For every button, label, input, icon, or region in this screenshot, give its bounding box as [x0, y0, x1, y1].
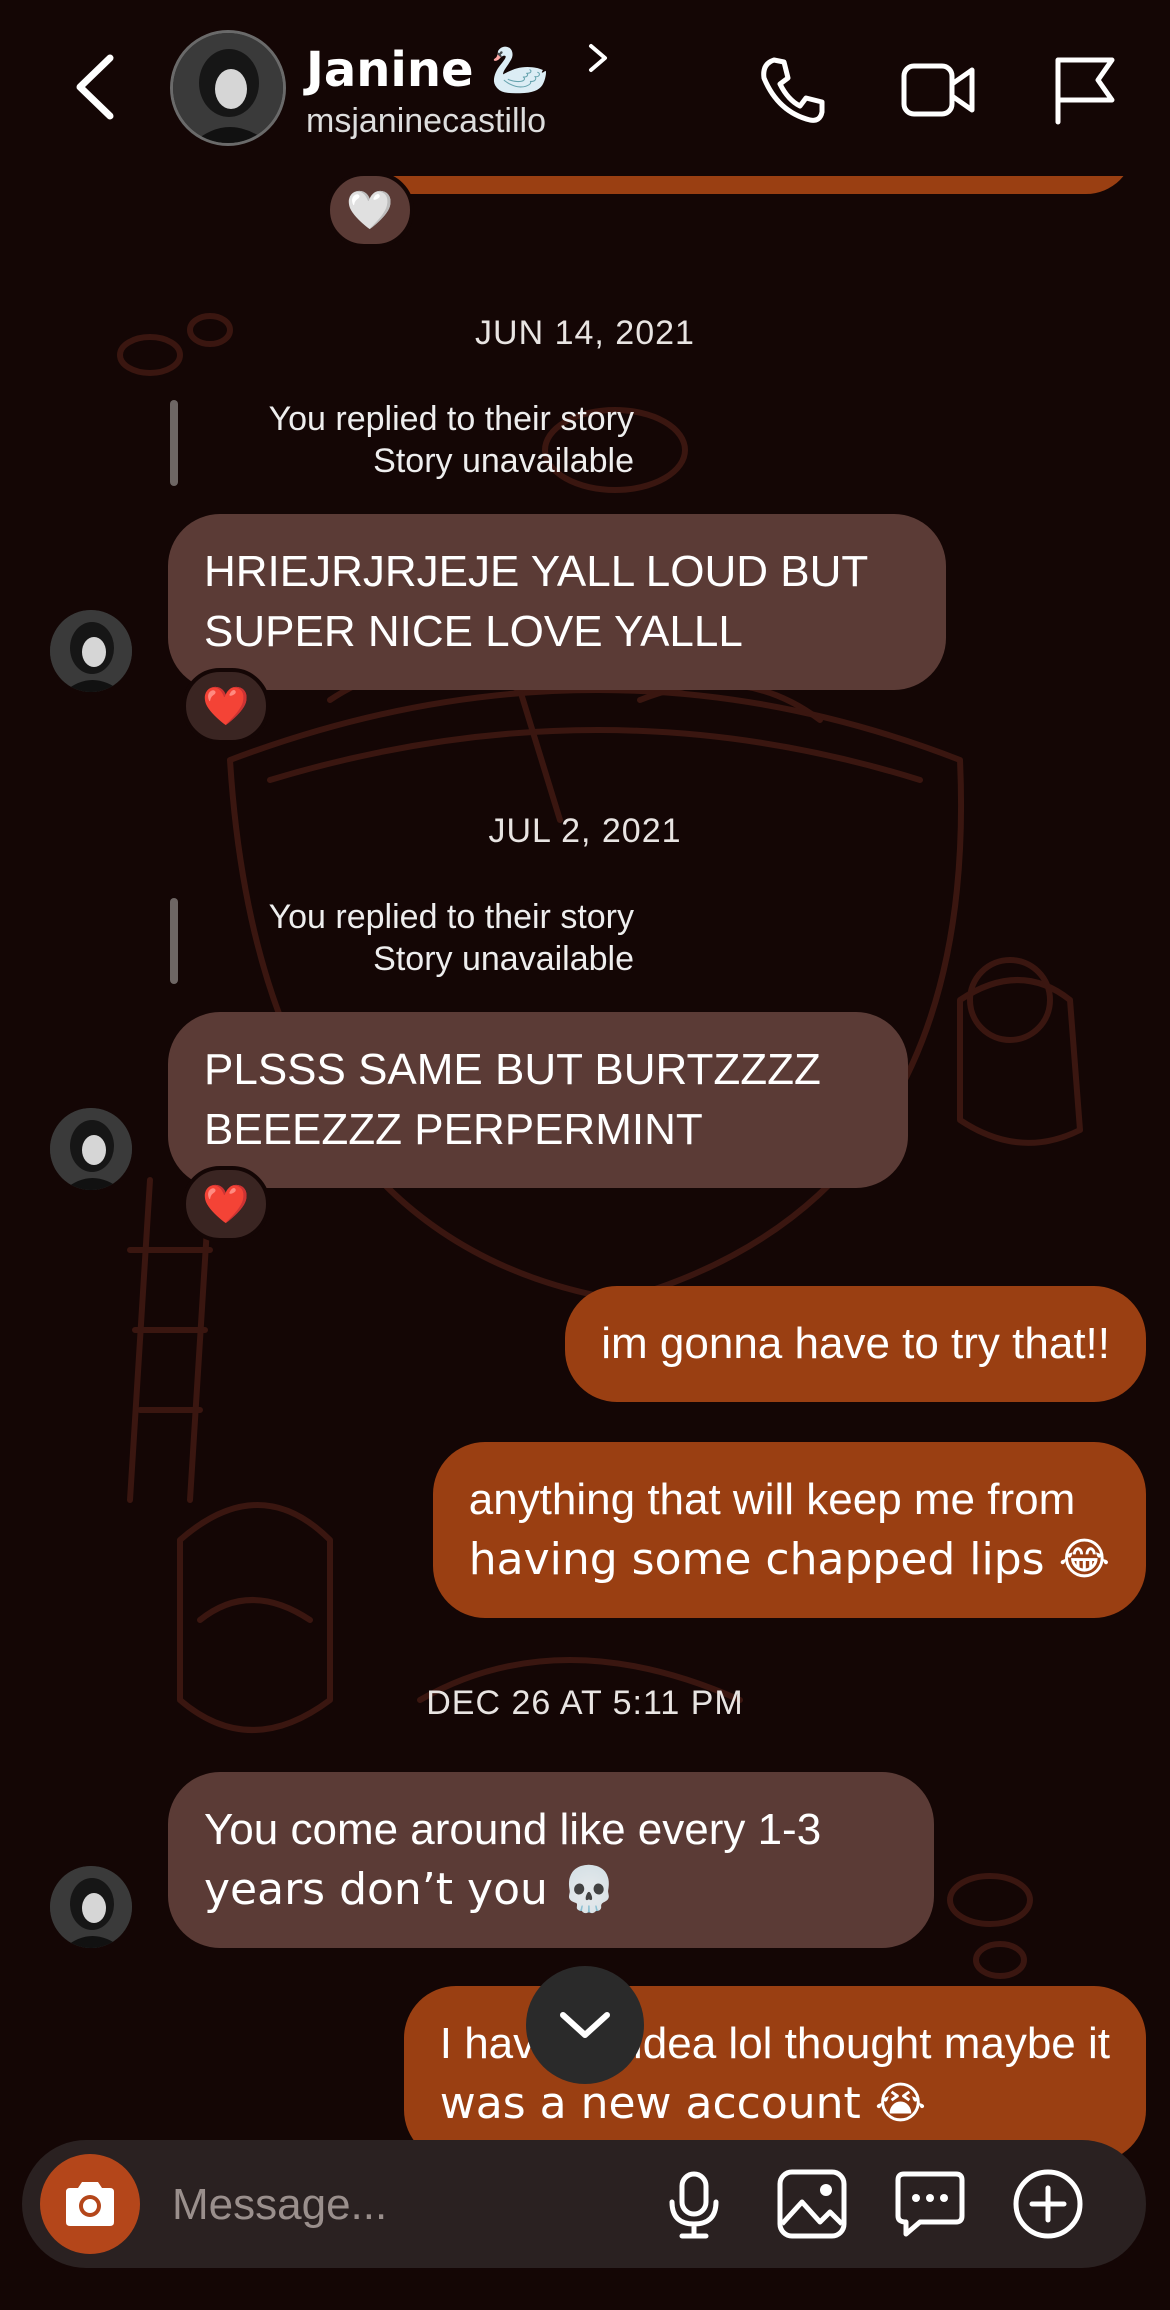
- date-separator: DEC 26 AT 5:11 PM: [426, 1684, 744, 1722]
- sender-avatar[interactable]: [50, 610, 132, 692]
- more-options-button[interactable]: [1008, 2164, 1088, 2244]
- profile-photo-icon: [50, 1108, 132, 1190]
- reply-label: You replied to their story: [268, 400, 634, 438]
- story-reply-context: You replied to their story Story unavail…: [170, 400, 640, 486]
- incoming-message[interactable]: You come around like every 1-3 years don…: [168, 1772, 934, 1948]
- sender-avatar[interactable]: [50, 1108, 132, 1190]
- message-text-line: im gonna have to try that!!: [601, 1319, 1110, 1368]
- phone-icon: [761, 57, 825, 123]
- flag-icon: [1055, 57, 1115, 125]
- chevron-down-icon: [560, 2012, 610, 2038]
- outgoing-message[interactable]: I have no idea lol thought maybe it was …: [403, 1986, 1146, 2162]
- reply-bar: [170, 898, 178, 984]
- message-text-line: PLSSS SAME BUT BURTZZZZ: [204, 1045, 821, 1094]
- plus-circle-icon: [1013, 2169, 1083, 2239]
- date-separator: JUL 2, 2021: [488, 812, 682, 850]
- message-text-line: was a new account 😭: [439, 2078, 927, 2129]
- microphone-icon: [669, 2171, 719, 2239]
- message-text-line: anything that will keep me from: [468, 1475, 1076, 1524]
- white-heart-reaction[interactable]: 🤍: [326, 172, 414, 248]
- image-icon: [777, 2169, 847, 2239]
- chevron-left-icon: [76, 54, 114, 120]
- chat-bubble-dots-icon: [895, 2171, 965, 2237]
- reply-bar: [170, 400, 178, 486]
- outgoing-message[interactable]: anything that will keep me from having s…: [432, 1442, 1146, 1618]
- message-text-line: You come around like every 1-3: [204, 1805, 822, 1854]
- outgoing-message[interactable]: im gonna have to try that!!: [565, 1286, 1146, 1402]
- scroll-to-bottom-button[interactable]: [526, 1966, 644, 2084]
- video-camera-icon: [901, 63, 975, 117]
- message-text-line: HRIEJRJRJEJE YALL LOUD BUT: [204, 547, 869, 596]
- sender-avatar[interactable]: [50, 1866, 132, 1948]
- stickers-button[interactable]: [890, 2164, 970, 2244]
- message-input[interactable]: [170, 2174, 674, 2236]
- story-status: Story unavailable: [373, 940, 634, 978]
- date-separator: JUN 14, 2021: [475, 314, 695, 352]
- gallery-button[interactable]: [772, 2164, 852, 2244]
- voice-message-button[interactable]: [654, 2164, 734, 2244]
- message-text-line: BEEEZZZ PERPERMINT: [204, 1105, 703, 1154]
- contact-name[interactable]: Janine 🦢: [306, 38, 613, 98]
- message-composer: [22, 2140, 1146, 2268]
- profile-photo-icon: [50, 1866, 132, 1948]
- contact-handle: msjaninecastillo: [306, 102, 546, 140]
- chevron-right-icon: [589, 44, 608, 72]
- story-status: Story unavailable: [373, 442, 634, 480]
- camera-button[interactable]: [40, 2154, 140, 2254]
- camera-icon: [66, 2182, 114, 2226]
- story-reply-context: You replied to their story Story unavail…: [170, 898, 640, 984]
- heart-reaction[interactable]: ❤️: [182, 1166, 270, 1242]
- incoming-message[interactable]: PLSSS SAME BUT BURTZZZZ BEEEZZZ PERPERMI…: [168, 1012, 908, 1188]
- contact-avatar[interactable]: [170, 30, 286, 146]
- heart-reaction[interactable]: ❤️: [182, 668, 270, 744]
- message-text-line: years don’t you 💀: [204, 1864, 617, 1915]
- reply-label: You replied to their story: [268, 898, 634, 936]
- incoming-message[interactable]: HRIEJRJRJEJE YALL LOUD BUT SUPER NICE LO…: [168, 514, 946, 690]
- voice-call-button[interactable]: [752, 50, 832, 130]
- message-text-line: having some chapped lips 😂: [468, 1534, 1110, 1585]
- back-button[interactable]: [66, 52, 126, 122]
- video-call-button[interactable]: [898, 50, 978, 130]
- report-button[interactable]: [1044, 50, 1124, 130]
- message-text-line: SUPER NICE LOVE YALLL: [204, 607, 743, 656]
- profile-photo-icon: [173, 33, 283, 143]
- chat-header: Janine 🦢 msjaninecastillo: [0, 0, 1170, 176]
- profile-photo-icon: [50, 610, 132, 692]
